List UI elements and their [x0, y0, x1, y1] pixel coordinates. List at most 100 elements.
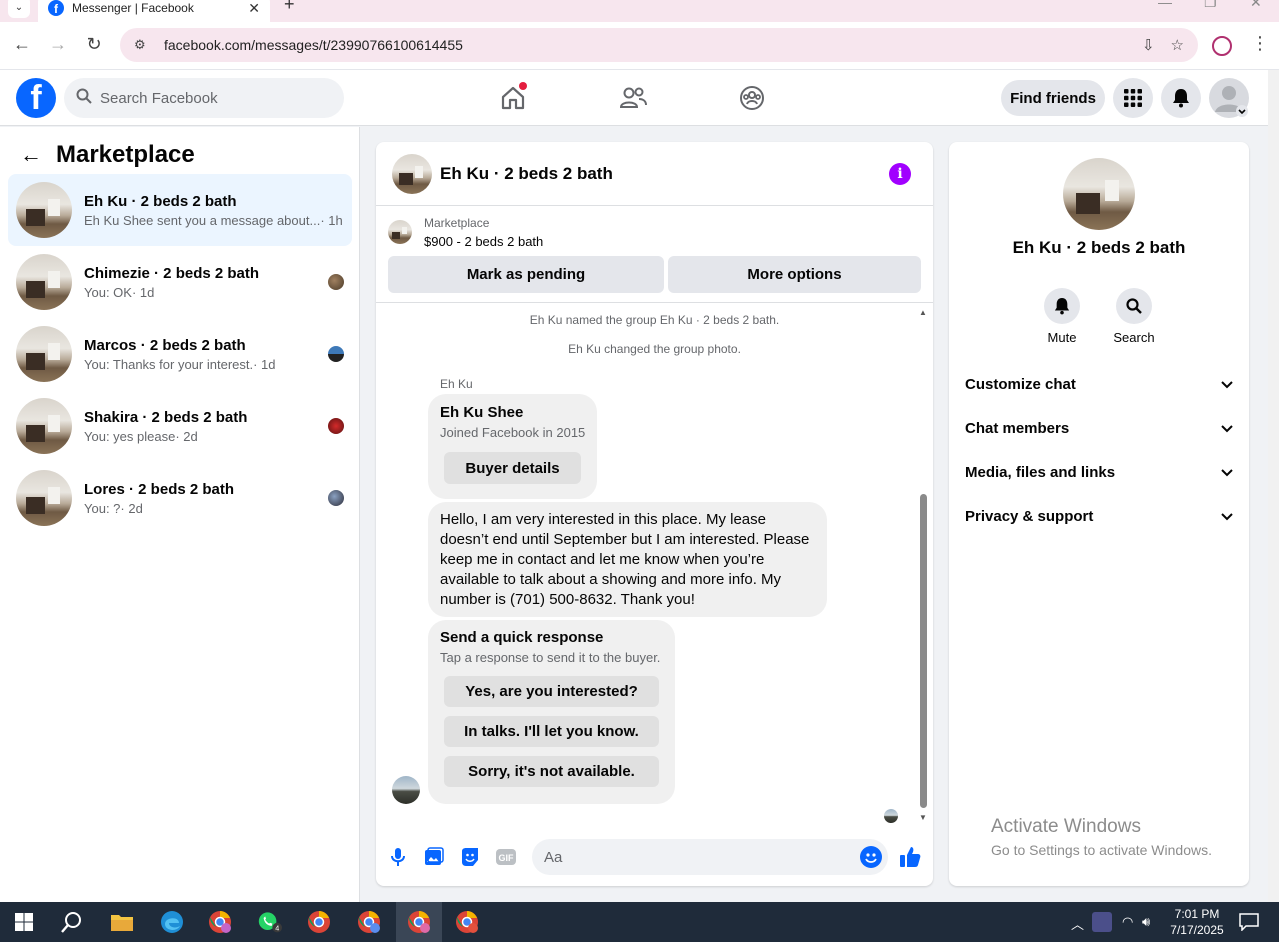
menu-grid-icon[interactable] — [1113, 78, 1153, 118]
tray-app-icon[interactable] — [1092, 912, 1112, 932]
new-tab-icon[interactable]: + — [284, 0, 295, 15]
listing-summary[interactable]: Marketplace $900 - 2 beds 2 bath — [388, 216, 543, 249]
site-info-icon[interactable]: ⚙ — [134, 37, 150, 53]
buyer-name: Eh Ku Shee — [440, 404, 524, 421]
tab-close-icon[interactable]: ✕ — [248, 0, 260, 17]
sticker-icon[interactable] — [459, 846, 481, 868]
microphone-icon[interactable] — [387, 846, 409, 868]
conversation-preview: You: ? — [84, 500, 121, 516]
bell-icon[interactable] — [1161, 78, 1201, 118]
mute-button[interactable]: Mute — [1032, 288, 1092, 345]
friends-icon[interactable] — [615, 82, 651, 114]
tray-expand-icon[interactable]: ︿ — [1071, 914, 1084, 933]
photo-icon[interactable] — [423, 846, 445, 868]
conversation-item[interactable]: Lores · 2 beds 2 bath You: ? · 2d — [8, 462, 352, 534]
read-receipt-avatar — [328, 346, 344, 362]
back-arrow-icon[interactable]: ← — [10, 34, 34, 55]
chat-members-section[interactable]: Chat members — [965, 416, 1233, 440]
home-icon[interactable] — [495, 82, 531, 114]
conversation-name: Eh Ku · 2 beds 2 bath — [84, 192, 237, 210]
system-message: Eh Ku changed the group photo. — [568, 342, 741, 356]
file-explorer-icon[interactable] — [110, 910, 134, 934]
conversation-time: · 1d — [131, 284, 155, 300]
divider — [376, 302, 933, 303]
conversation-preview: You: Thanks for your interest. — [84, 356, 254, 372]
quick-response-option[interactable]: Yes, are you interested? — [444, 676, 659, 707]
chat-scrollbar[interactable]: ▲ ▼ — [918, 308, 928, 824]
system-clock[interactable]: 7:01 PM 7/17/2025 — [1168, 906, 1226, 938]
restore-icon[interactable]: ❐ — [1204, 0, 1217, 11]
section-label: Chat members — [965, 419, 1070, 437]
quick-response-title: Send a quick response — [440, 629, 604, 646]
quick-response-option[interactable]: Sorry, it's not available. — [444, 756, 659, 787]
more-options-button[interactable]: More options — [668, 256, 921, 293]
chrome-icon[interactable] — [307, 910, 331, 934]
network-icon[interactable]: ◠ — [1122, 914, 1133, 930]
privacy-support-section[interactable]: Privacy & support — [965, 504, 1233, 528]
page-scrollbar[interactable] — [1268, 70, 1279, 902]
facebook-logo-icon[interactable]: f — [16, 78, 56, 118]
browser-menu-icon[interactable]: ⋮ — [1251, 33, 1269, 54]
volume-icon[interactable]: 🔊︎ — [1142, 914, 1150, 930]
conversation-item[interactable]: Shakira · 2 beds 2 bath You: yes please ·… — [8, 390, 352, 462]
group-photo[interactable] — [392, 153, 432, 194]
tab-search-button[interactable]: ⌄ — [8, 0, 30, 18]
conversation-time: · 1d — [253, 356, 276, 372]
group-photo[interactable] — [1063, 158, 1135, 230]
install-app-icon[interactable]: ⇩ — [1142, 36, 1155, 54]
listing-thumbnail — [388, 220, 412, 244]
browser-toolbar: ← → ↻ ⚙ facebook.com/messages/t/23990766… — [0, 22, 1279, 70]
info-icon[interactable]: i — [889, 163, 911, 185]
edge-browser-icon[interactable] — [160, 910, 184, 934]
minimize-icon[interactable]: — — [1158, 0, 1172, 10]
chrome-profile-icon[interactable] — [455, 910, 479, 934]
search-facebook-input[interactable]: Search Facebook — [64, 78, 344, 118]
windows-taskbar: 4 ︿ ◠ 🔊︎ 7:01 PM 7/17/2025 — [0, 902, 1279, 942]
chat-title[interactable]: Eh Ku · 2 beds 2 bath — [440, 164, 613, 184]
find-friends-button[interactable]: Find friends — [1001, 80, 1105, 116]
whatsapp-icon[interactable]: 4 — [258, 910, 282, 934]
message-input[interactable]: Aa — [532, 839, 888, 875]
chrome-profile-icon[interactable] — [208, 910, 232, 934]
search-icon[interactable] — [60, 910, 84, 934]
chrome-profile-icon[interactable] — [407, 910, 431, 934]
browser-tab[interactable]: f Messenger | Facebook ✕ — [38, 0, 270, 22]
thumbs-up-icon[interactable] — [899, 846, 921, 868]
notification-dot — [519, 82, 527, 90]
reload-icon[interactable]: ↻ — [82, 34, 106, 55]
emoji-icon[interactable] — [860, 846, 882, 868]
browser-profile-icon[interactable] — [1212, 36, 1232, 56]
bookmark-star-icon[interactable]: ☆ — [1171, 36, 1184, 54]
listing-thumbnail — [16, 254, 72, 310]
mark-as-pending-button[interactable]: Mark as pending — [388, 256, 664, 293]
sender-avatar[interactable] — [392, 776, 420, 804]
profile-avatar-icon[interactable] — [1209, 78, 1249, 118]
search-in-chat-button[interactable]: Search — [1104, 288, 1164, 345]
scroll-down-icon[interactable]: ▼ — [919, 813, 927, 822]
watermark-subtitle: Go to Settings to activate Windows. — [991, 842, 1212, 858]
inbox-header: ← Marketplace — [20, 141, 195, 169]
conversation-item[interactable]: Chimezie · 2 beds 2 bath You: OK · 1d — [8, 246, 352, 318]
address-bar[interactable]: ⚙ facebook.com/messages/t/23990766100614… — [120, 28, 1198, 62]
windows-start-icon[interactable] — [12, 910, 36, 934]
back-arrow-icon[interactable]: ← — [20, 142, 42, 168]
customize-chat-section[interactable]: Customize chat — [965, 372, 1233, 396]
gif-icon[interactable]: GIF — [495, 846, 517, 868]
clock-date: 7/17/2025 — [1170, 923, 1224, 937]
conversation-item[interactable]: Marcos · 2 beds 2 bath You: Thanks for y… — [8, 318, 352, 390]
whatsapp-badge: 4 — [275, 923, 279, 932]
quick-response-option[interactable]: In talks. I'll let you know. — [444, 716, 659, 747]
forward-arrow-icon[interactable]: → — [46, 34, 70, 55]
chrome-profile-icon[interactable] — [357, 910, 381, 934]
buyer-details-button[interactable]: Buyer details — [444, 452, 581, 484]
section-label: Media, files and links — [965, 463, 1116, 481]
window-close-icon[interactable]: ✕ — [1250, 0, 1262, 11]
groups-icon[interactable] — [734, 82, 770, 114]
scroll-up-icon[interactable]: ▲ — [919, 308, 927, 317]
search-icon — [1116, 288, 1152, 324]
scrollbar-thumb[interactable] — [920, 494, 927, 808]
svg-text:GIF: GIF — [499, 853, 515, 863]
conversation-item[interactable]: Eh Ku · 2 beds 2 bath Eh Ku Shee sent yo… — [8, 174, 352, 246]
media-files-links-section[interactable]: Media, files and links — [965, 460, 1233, 484]
notifications-icon[interactable] — [1237, 910, 1261, 934]
